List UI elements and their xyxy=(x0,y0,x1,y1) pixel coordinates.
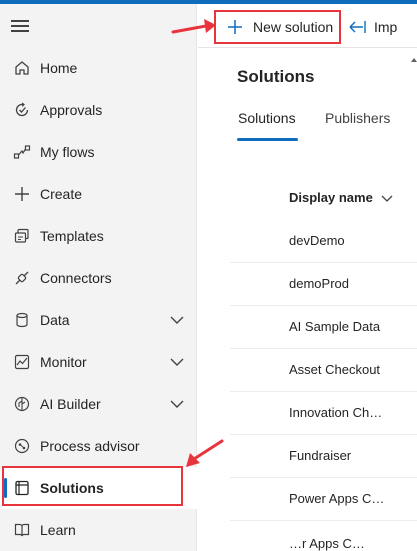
nav-item-approvals[interactable]: Approvals xyxy=(0,89,197,131)
nav-item-solutions[interactable]: Solutions xyxy=(0,467,197,509)
table-row[interactable]: Power Apps C… xyxy=(230,479,417,521)
nav-label-process-advisor: Process advisor xyxy=(40,438,140,454)
flows-icon xyxy=(12,142,32,162)
new-solution-label: New solution xyxy=(253,19,334,35)
learn-icon xyxy=(12,520,32,540)
home-icon xyxy=(12,58,32,78)
nav-label-ai-builder: AI Builder xyxy=(40,396,101,412)
display-name-cell[interactable]: devDemo xyxy=(289,233,417,248)
nav-label-approvals: Approvals xyxy=(40,102,103,118)
process-advisor-icon xyxy=(12,436,32,456)
nav-label-solutions: Solutions xyxy=(40,480,104,496)
display-name-cell[interactable]: Power Apps C… xyxy=(289,491,417,506)
display-name-cell[interactable]: Innovation Ch… xyxy=(289,405,417,420)
display-name-cell[interactable]: Asset Checkout xyxy=(289,362,417,377)
solutions-icon xyxy=(12,478,32,498)
display-name-cell[interactable]: Fundraiser xyxy=(289,448,417,463)
column-header-label: Display name xyxy=(289,190,373,205)
nav-item-templates[interactable]: Templates xyxy=(0,215,197,257)
table-row[interactable]: Asset Checkout xyxy=(230,350,417,392)
display-name-cell[interactable]: …r Apps C… xyxy=(289,536,417,551)
nav-item-monitor[interactable]: Monitor xyxy=(0,341,197,383)
chevron-down-icon xyxy=(381,195,393,202)
nav-item-process-advisor[interactable]: Process advisor xyxy=(0,425,197,467)
nav-item-create[interactable]: Create xyxy=(0,173,197,215)
table-row[interactable]: …r Apps C… xyxy=(230,522,417,551)
nav-label-templates: Templates xyxy=(40,228,104,244)
table-row[interactable]: AI Sample Data xyxy=(230,307,417,349)
nav-label-learn: Learn xyxy=(40,522,76,538)
nav-item-connectors[interactable]: Connectors xyxy=(0,257,197,299)
scroll-up-icon[interactable] xyxy=(411,58,417,62)
import-label: Imp xyxy=(374,19,398,35)
tab-publishers[interactable]: Publishers xyxy=(325,110,390,126)
nav-item-data[interactable]: Data xyxy=(0,299,197,341)
ai-builder-icon xyxy=(12,394,32,414)
table-row[interactable]: Fundraiser xyxy=(230,436,417,478)
nav-item-home[interactable]: Home xyxy=(0,47,197,89)
nav-label-home: Home xyxy=(40,60,78,76)
database-icon xyxy=(12,310,32,330)
hamburger-menu-icon[interactable] xyxy=(11,18,31,34)
tab-solutions[interactable]: Solutions xyxy=(238,110,296,126)
left-navigation: Home Approvals My flows Create Templates… xyxy=(0,4,197,551)
plus-icon xyxy=(228,20,242,34)
nav-label-connectors: Connectors xyxy=(40,270,112,286)
monitor-icon xyxy=(12,352,32,372)
nav-label-create: Create xyxy=(40,186,83,202)
selection-indicator xyxy=(4,478,7,498)
nav-label-my-flows: My flows xyxy=(40,144,95,160)
table-row[interactable]: devDemo xyxy=(230,221,417,263)
nav-label-data: Data xyxy=(40,312,70,328)
column-header-display-name[interactable]: Display name xyxy=(289,190,394,205)
plus-icon xyxy=(12,184,32,204)
templates-icon xyxy=(12,226,32,246)
new-solution-button[interactable]: New solution xyxy=(226,12,333,42)
table-row[interactable]: demoProd xyxy=(230,264,417,306)
nav-item-ai-builder[interactable]: AI Builder xyxy=(0,383,197,425)
display-name-cell[interactable]: demoProd xyxy=(289,276,417,291)
connectors-icon xyxy=(12,268,32,288)
table-row[interactable]: Innovation Ch… xyxy=(230,393,417,435)
display-name-cell[interactable]: AI Sample Data xyxy=(289,319,417,334)
nav-item-learn[interactable]: Learn xyxy=(0,509,197,551)
arrow-left-icon xyxy=(349,21,366,33)
nav-item-my-flows[interactable]: My flows xyxy=(0,131,197,173)
nav-label-monitor: Monitor xyxy=(40,354,87,370)
chevron-down-icon[interactable] xyxy=(168,395,186,413)
command-bar: New solution Imp xyxy=(198,4,417,48)
approvals-icon xyxy=(12,100,32,120)
chevron-down-icon[interactable] xyxy=(168,353,186,371)
page-title: Solutions xyxy=(237,67,315,86)
vertical-scrollbar[interactable] xyxy=(410,48,417,551)
chevron-down-icon[interactable] xyxy=(168,311,186,329)
active-tab-indicator xyxy=(237,138,298,141)
import-button[interactable]: Imp xyxy=(348,12,397,42)
